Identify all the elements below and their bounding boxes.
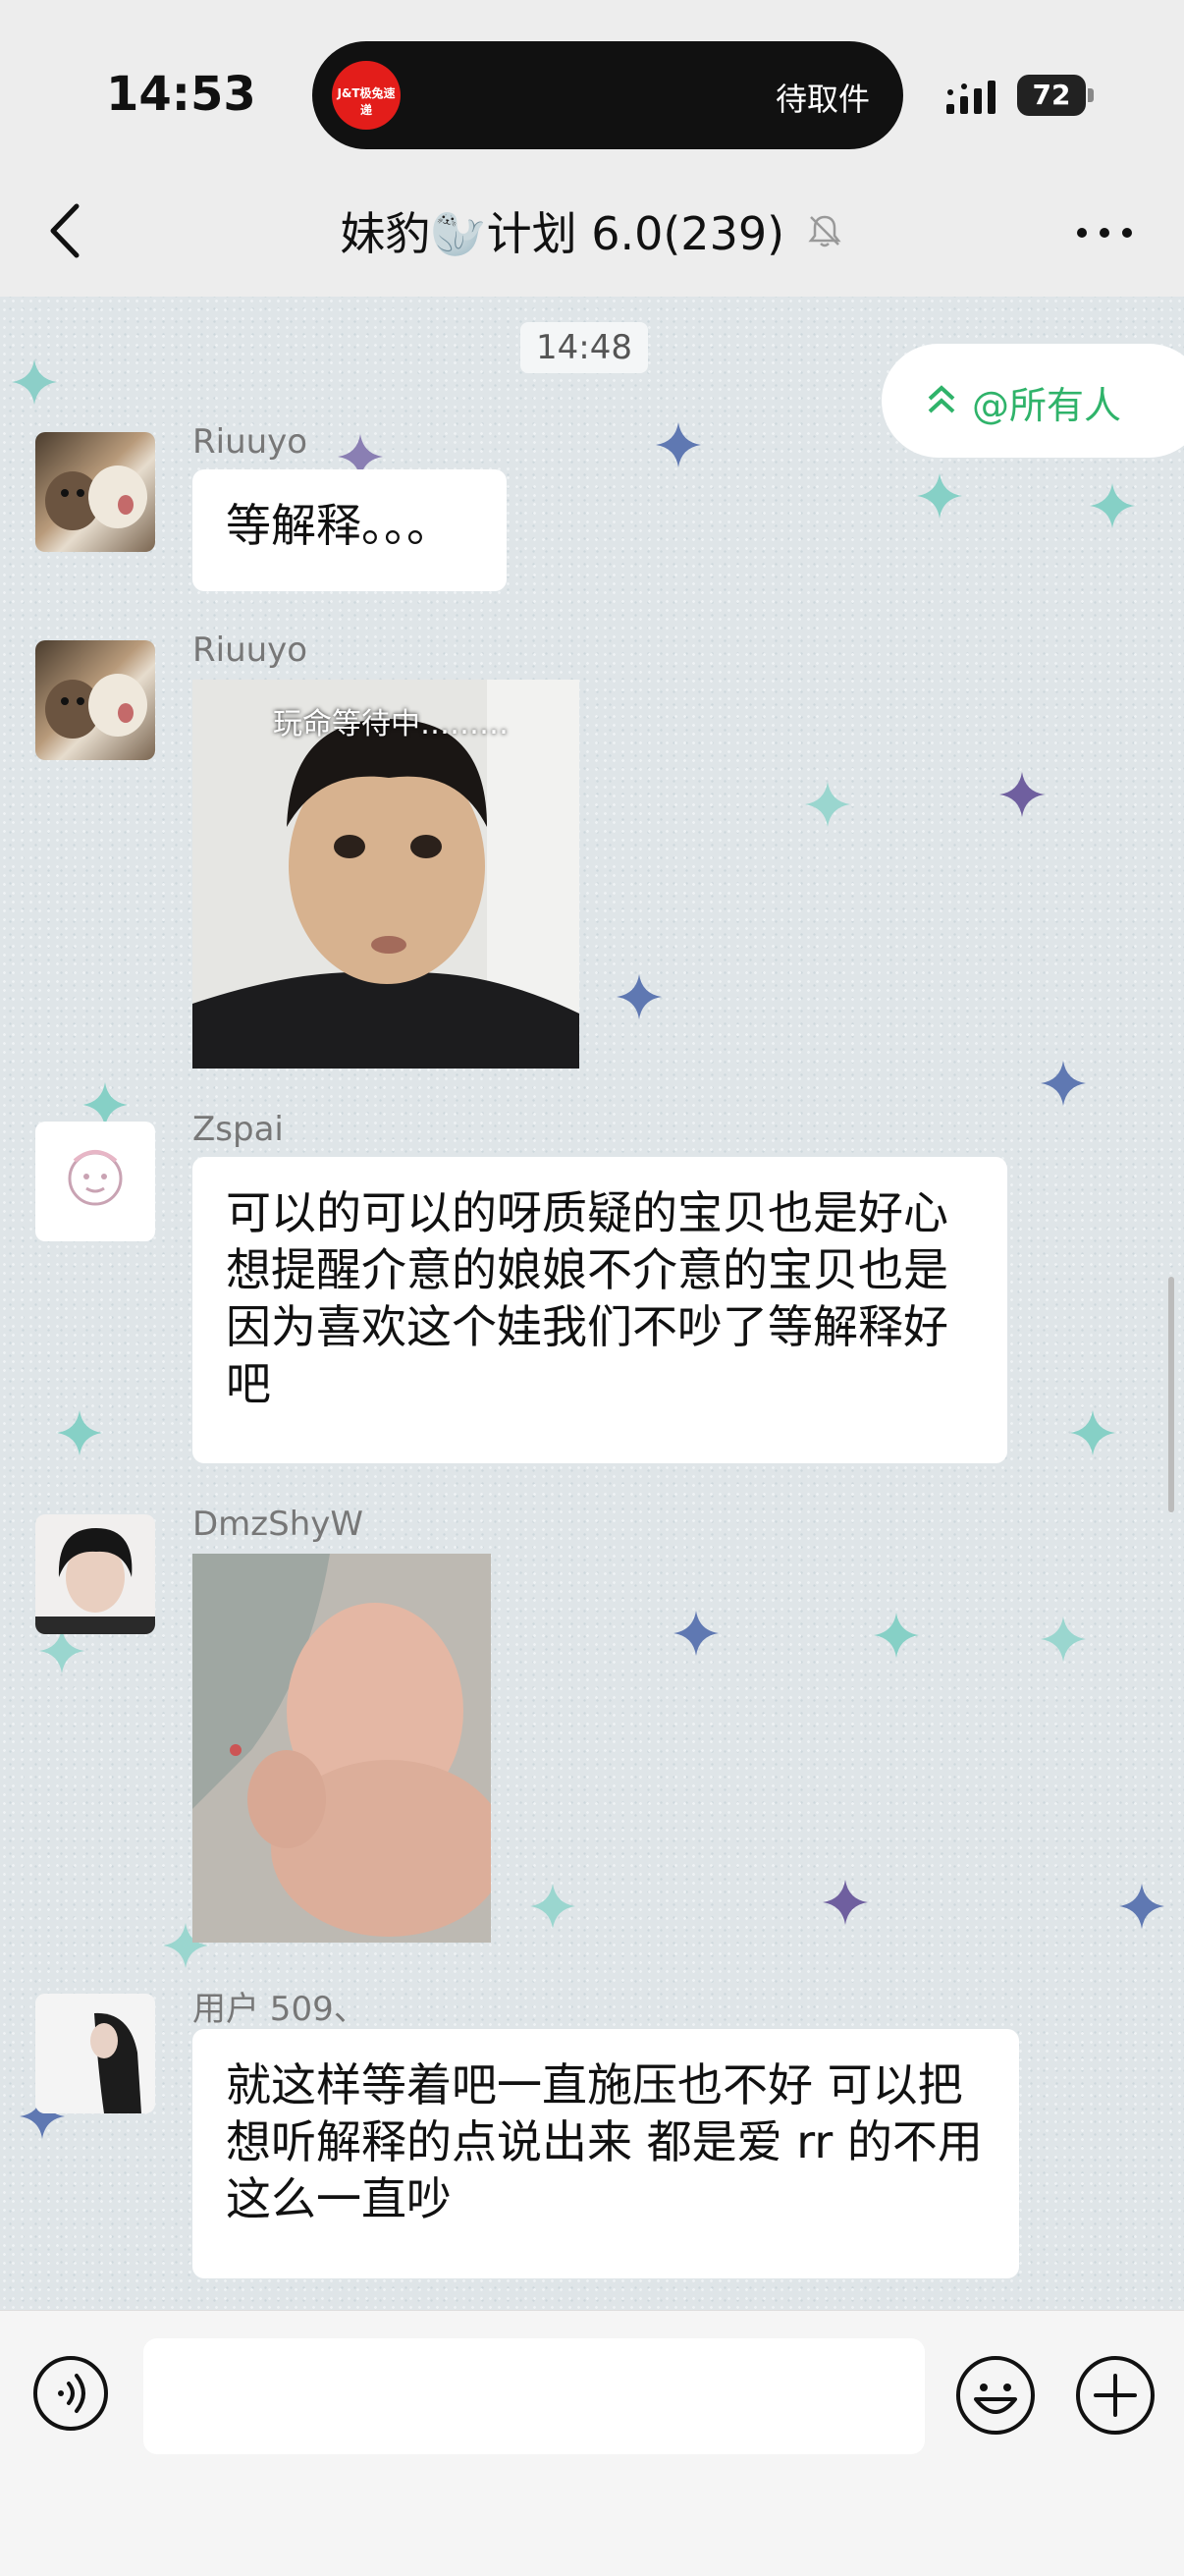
battery-nub: [1088, 88, 1094, 102]
sender-name: Zspai: [192, 1110, 284, 1149]
avatar[interactable]: [35, 432, 155, 552]
cartoon-avatar-image: [68, 1150, 123, 1206]
sender-name: 用户 509、: [192, 1990, 367, 2029]
at-all-mention-button[interactable]: @所有人: [882, 344, 1184, 458]
mute-icon: [808, 215, 841, 247]
courier-logo: J&T极兔速递: [332, 61, 401, 130]
message-input[interactable]: [143, 2338, 925, 2454]
avatar[interactable]: [35, 1122, 155, 1241]
star-decoration: [823, 1880, 868, 1925]
battery-level: 72: [1032, 79, 1071, 111]
signal-icon: [946, 81, 996, 114]
double-chevron-up-icon: [928, 385, 955, 413]
chat-message-list[interactable]: 14:48 @所有人 Riuuyo 等解释。。。 Riuuyo 玩命等待中…………: [0, 297, 1184, 2310]
sender-name: Riuuyo: [192, 422, 308, 462]
star-decoration: [673, 1611, 719, 1656]
message-bubble[interactable]: 可以的可以的呀质疑的宝贝也是好心想提醒介意的娘娘不介意的宝贝也是因为喜欢这个娃我…: [192, 1157, 1007, 1463]
island-status-text: 待取件: [776, 81, 871, 118]
more-icon[interactable]: [1070, 208, 1139, 257]
baby-hand-illustration: [192, 1554, 491, 1943]
at-all-label: @所有人: [972, 384, 1122, 427]
star-decoration: [805, 782, 850, 827]
star-decoration: [917, 473, 962, 519]
message-timestamp: 14:48: [520, 322, 648, 373]
star-decoration: [1119, 1884, 1164, 1929]
courier-logo-text: J&T极兔速递: [337, 86, 396, 117]
star-decoration: [656, 422, 701, 467]
star-decoration: [39, 1628, 84, 1673]
battery-icon: 72: [1017, 75, 1086, 116]
plus-icon[interactable]: [1074, 2354, 1157, 2437]
star-decoration: [1070, 1410, 1115, 1455]
star-decoration: [999, 772, 1045, 817]
girl-avatar-image: [35, 1994, 155, 2113]
scrollbar[interactable]: [1168, 1277, 1174, 1512]
star-decoration: [617, 974, 662, 1019]
avatar[interactable]: [35, 1514, 155, 1634]
star-decoration: [57, 1410, 102, 1455]
star-decoration: [12, 359, 57, 405]
sender-name: Riuuyo: [192, 630, 308, 670]
baby-hand-image[interactable]: [192, 1554, 491, 1943]
chat-title: 妹豹🦭计划 6.0(239): [340, 207, 785, 260]
person-avatar-image: [35, 1528, 155, 1634]
image-caption: 玩命等待中………: [273, 707, 509, 741]
star-decoration: [874, 1613, 919, 1658]
message-bubble[interactable]: 就这样等着吧一直施压也不好 可以把想听解释的点说出来 都是爱 rr 的不用这么一…: [192, 2029, 1019, 2278]
message-bubble[interactable]: 等解释。。。: [192, 469, 507, 591]
sender-name: DmzShyW: [192, 1505, 364, 1544]
status-time: 14:53: [106, 67, 256, 122]
star-decoration: [1041, 1617, 1086, 1662]
input-bar: [0, 2310, 1184, 2576]
avatar[interactable]: [35, 1994, 155, 2113]
star-decoration: [530, 1884, 575, 1929]
meme-image[interactable]: 玩命等待中………: [192, 680, 579, 1069]
chat-title-wrap: 妹豹🦭计划 6.0(239): [0, 198, 1184, 263]
star-decoration: [1090, 483, 1135, 528]
voice-icon[interactable]: [31, 2354, 110, 2433]
emoji-icon[interactable]: [954, 2354, 1037, 2437]
star-decoration: [1041, 1061, 1086, 1106]
kitten-avatar-image: [45, 674, 147, 739]
avatar[interactable]: [35, 640, 155, 760]
kitten-avatar-image: [45, 466, 147, 530]
